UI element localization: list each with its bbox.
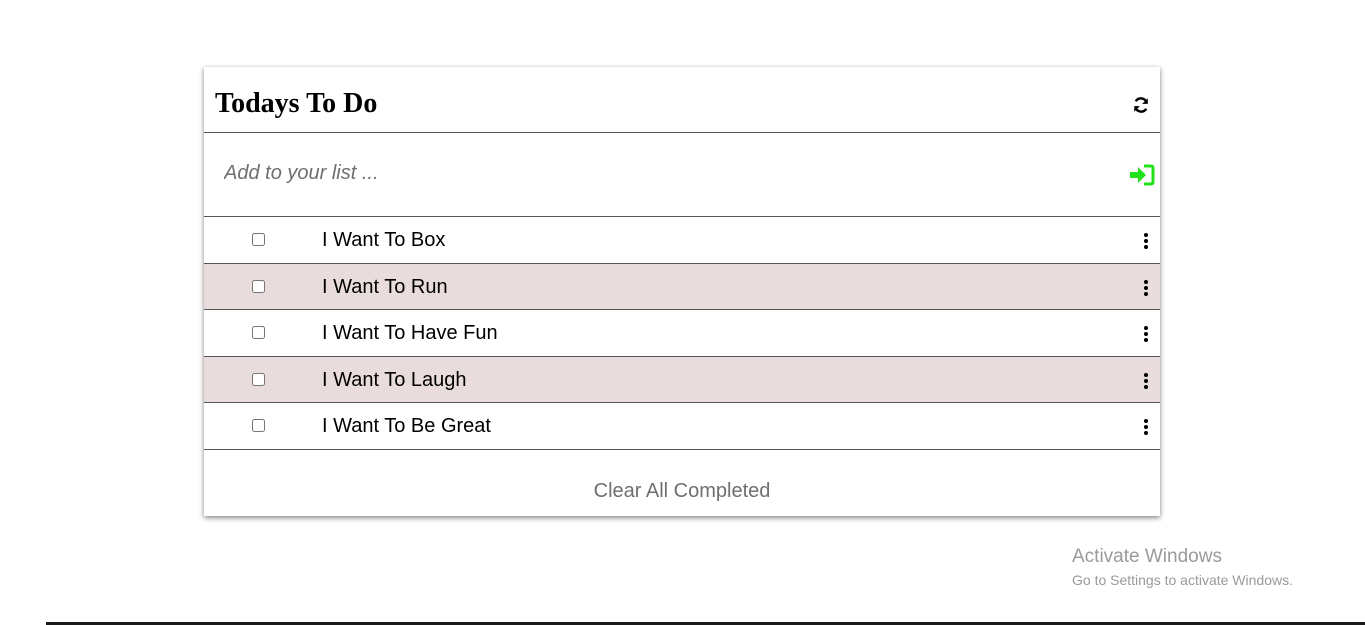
more-options-icon[interactable] <box>1140 417 1152 435</box>
todo-label: I Want To Be Great <box>322 415 491 437</box>
windows-activation-watermark: Activate Windows Go to Settings to activ… <box>1072 546 1293 589</box>
watermark-title: Activate Windows <box>1072 546 1222 567</box>
todo-checkbox[interactable] <box>252 326 265 339</box>
todo-checkbox[interactable] <box>252 233 265 246</box>
sign-in-arrow-icon[interactable] <box>1129 164 1155 186</box>
todo-item: I Want To Laugh <box>204 356 1160 403</box>
add-item-row <box>204 133 1160 217</box>
more-options-icon[interactable] <box>1140 371 1152 389</box>
page-title: Todays To Do <box>215 88 378 119</box>
todo-item: I Want To Have Fun <box>204 310 1160 357</box>
more-options-icon[interactable] <box>1140 231 1152 249</box>
watermark-subtitle: Go to Settings to activate Windows. <box>1072 572 1293 588</box>
todo-label: I Want To Laugh <box>322 369 467 391</box>
refresh-icon[interactable] <box>1132 96 1150 114</box>
add-item-input[interactable] <box>224 157 1104 189</box>
todo-card: Todays To Do I Want To Box I Want To Run <box>204 67 1160 516</box>
todo-checkbox[interactable] <box>252 419 265 432</box>
todo-checkbox[interactable] <box>252 373 265 386</box>
todo-item: I Want To Run <box>204 263 1160 310</box>
clear-completed-button[interactable]: Clear All Completed <box>204 452 1160 516</box>
more-options-icon[interactable] <box>1140 278 1152 296</box>
todo-label: I Want To Run <box>322 276 448 298</box>
todo-list: I Want To Box I Want To Run I Want To Ha… <box>204 217 1160 450</box>
card-header: Todays To Do <box>204 67 1160 133</box>
todo-item: I Want To Be Great <box>204 403 1160 450</box>
more-options-icon[interactable] <box>1140 324 1152 342</box>
todo-checkbox[interactable] <box>252 280 265 293</box>
todo-label: I Want To Box <box>322 229 446 251</box>
todo-item: I Want To Box <box>204 217 1160 264</box>
todo-label: I Want To Have Fun <box>322 322 498 344</box>
